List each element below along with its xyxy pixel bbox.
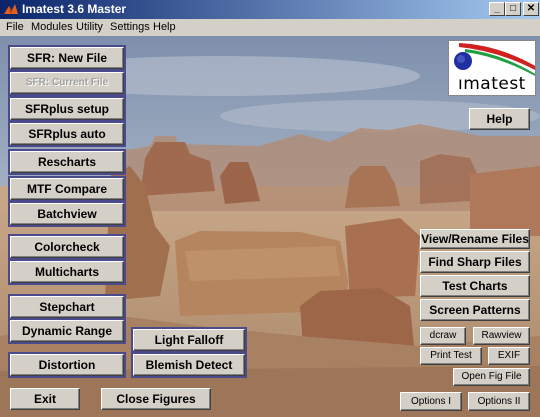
close-button[interactable]: ✕: [523, 2, 539, 16]
view-rename-files-button[interactable]: View/Rename Files: [420, 229, 530, 249]
test-charts-button[interactable]: Test Charts: [420, 275, 530, 297]
rescharts-button[interactable]: Rescharts: [8, 149, 126, 175]
minimize-button[interactable]: _: [489, 2, 505, 16]
sfr-current-file-button[interactable]: SFR: Current File: [8, 70, 126, 96]
close-figures-button[interactable]: Close Figures: [101, 388, 211, 410]
sfr-new-file-button[interactable]: SFR: New File: [8, 45, 126, 71]
imatest-window: Imatest 3.6 Master _ □ ✕ File Modules Ut…: [0, 0, 540, 417]
matlab-app-icon: [4, 4, 18, 14]
title-bar[interactable]: Imatest 3.6 Master _ □ ✕: [0, 0, 540, 19]
options-1-button[interactable]: Options I: [400, 392, 462, 411]
mtf-compare-button[interactable]: MTF Compare: [8, 176, 126, 202]
logo-text: ımatest: [458, 74, 526, 94]
options-2-button[interactable]: Options II: [468, 392, 530, 411]
menu-help[interactable]: Help: [153, 21, 176, 33]
imatest-logo: ımatest: [448, 40, 536, 96]
dynamic-range-button[interactable]: Dynamic Range: [8, 318, 126, 344]
menu-utility[interactable]: Utility: [76, 21, 103, 33]
light-falloff-button[interactable]: Light Falloff: [131, 327, 247, 353]
screen-patterns-button[interactable]: Screen Patterns: [420, 299, 530, 321]
exit-button[interactable]: Exit: [10, 388, 80, 410]
print-test-button[interactable]: Print Test: [420, 347, 482, 365]
help-button[interactable]: Help: [469, 108, 530, 130]
window-title: Imatest 3.6 Master: [22, 2, 127, 16]
open-fig-file-button[interactable]: Open Fig File: [453, 368, 530, 386]
batchview-button[interactable]: Batchview: [8, 201, 126, 227]
menu-file[interactable]: File: [6, 21, 24, 33]
colorcheck-button[interactable]: Colorcheck: [8, 234, 126, 260]
rawview-button[interactable]: Rawview: [473, 327, 530, 345]
menu-settings[interactable]: Settings: [110, 21, 150, 33]
find-sharp-files-button[interactable]: Find Sharp Files: [420, 251, 530, 273]
sfrplus-setup-button[interactable]: SFRplus setup: [8, 96, 126, 122]
maximize-button[interactable]: □: [505, 2, 521, 16]
sfrplus-auto-button[interactable]: SFRplus auto: [8, 121, 126, 147]
dcraw-button[interactable]: dcraw: [420, 327, 466, 345]
stepchart-button[interactable]: Stepchart: [8, 294, 126, 320]
distortion-button[interactable]: Distortion: [8, 352, 126, 378]
blemish-detect-button[interactable]: Blemish Detect: [131, 352, 247, 378]
menu-modules[interactable]: Modules: [31, 21, 73, 33]
menu-bar: File Modules Utility Settings Help: [0, 19, 540, 36]
multicharts-button[interactable]: Multicharts: [8, 259, 126, 285]
exif-button[interactable]: EXIF: [488, 347, 530, 365]
